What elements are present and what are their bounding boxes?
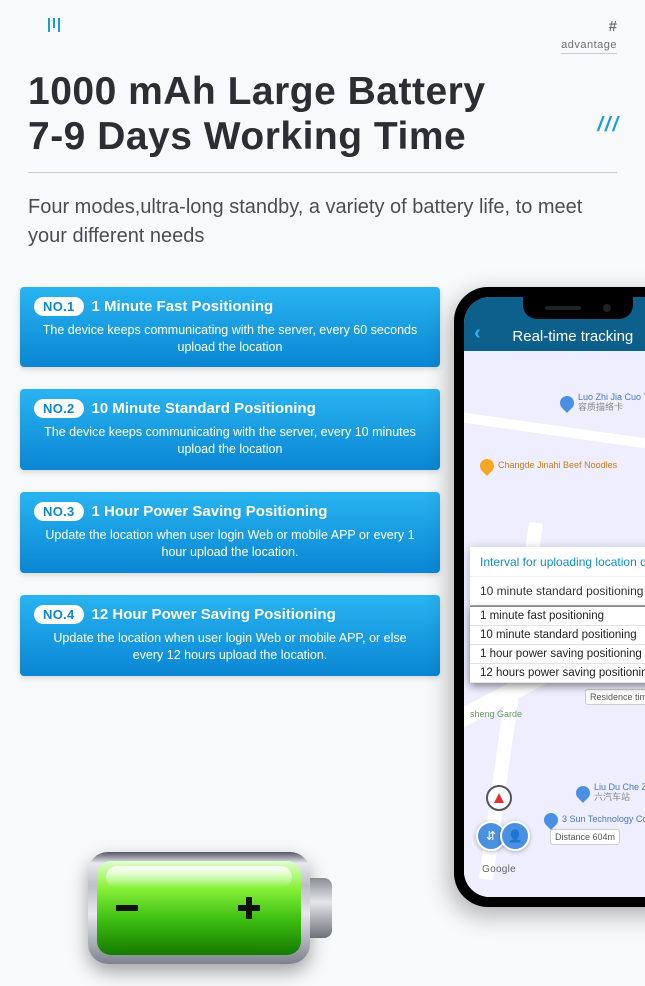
accent-marks [48,18,60,32]
marker-button[interactable]: 👤 [500,821,530,851]
app-title: Real-time tracking [491,328,645,345]
headline: 1000 mAh Large Battery 7-9 Days Working … [0,54,645,160]
mode-card-3: NO.3 1 Hour Power Saving Positioning Upd… [20,492,440,573]
battery-plus-icon [238,905,260,911]
mode-title: 1 Minute Fast Positioning [92,298,274,315]
mode-desc: The device keeps communicating with the … [34,322,426,356]
compass-icon[interactable] [486,785,512,811]
pin-icon [557,393,577,413]
headline-text: 1000 mAh Large Battery 7-9 Days Working … [28,70,617,160]
mode-badge: NO.4 [34,605,84,624]
pin-icon [541,810,561,830]
mode-desc: Update the location when user login Web … [34,630,426,664]
phone-mockup: ‹ Real-time tracking Luo Zhi Jia Cuo Ta … [454,287,645,907]
residence-badge: Residence time:45Da [585,689,645,705]
mode-title: 12 Hour Power Saving Positioning [92,606,336,623]
hash-symbol: # [561,18,617,35]
mode-card-1: NO.1 1 Minute Fast Positioning The devic… [20,287,440,368]
map-poi[interactable]: Changde Jinahi Beef Noodles [480,459,617,473]
popup-option[interactable]: 1 hour power saving positioning [470,645,645,664]
battery-illustration [88,852,332,964]
google-attribution: Google [482,864,516,875]
battery-minus-icon [116,905,138,911]
advantage-label: advantage [561,39,617,54]
map-poi[interactable]: sheng Garde [470,709,522,719]
mode-card-4: NO.4 12 Hour Power Saving Positioning Up… [20,595,440,676]
popup-option[interactable]: 1 minute fast positioning [470,607,645,626]
mode-desc: The device keeps communicating with the … [34,424,426,458]
map-poi[interactable]: 3 Sun Technology Co.LTD [544,813,645,827]
mode-title: 10 Minute Standard Positioning [92,400,316,417]
subheadline: Four modes,ultra-long standby, a variety… [0,173,645,251]
mode-badge: NO.3 [34,502,84,521]
map-poi[interactable]: Liu Du Che Zhan 六汽车站 [576,783,645,803]
map-area[interactable]: Luo Zhi Jia Cuo Ta 容质描络卡 Changde Jinahi … [464,351,645,897]
mode-title: 1 Hour Power Saving Positioning [92,503,328,520]
popup-selected[interactable]: 10 minute standard positioning [470,577,645,606]
mode-badge: NO.1 [34,297,84,316]
top-right-label: # advantage [561,18,617,54]
popup-option[interactable]: 10 minute standard positioning [470,626,645,645]
marker-cluster[interactable]: ⇵ 👤 [482,821,530,851]
mode-list: NO.1 1 Minute Fast Positioning The devic… [20,287,440,676]
phone-notch [523,297,633,319]
back-icon[interactable]: ‹ [474,322,481,345]
mode-badge: NO.2 [34,399,84,418]
distance-badge: Distance 604m [550,829,620,845]
pin-icon [477,456,497,476]
slash-accent: /// [597,114,620,137]
popup-title: Interval for uploading location data [470,547,645,578]
phone-screen: ‹ Real-time tracking Luo Zhi Jia Cuo Ta … [464,297,645,897]
mode-desc: Update the location when user login Web … [34,527,426,561]
popup-option-list: 1 minute fast positioning 10 minute stan… [470,606,645,683]
popup-option[interactable]: 12 hours power saving positioning [470,664,645,683]
mode-card-2: NO.2 10 Minute Standard Positioning The … [20,389,440,470]
map-poi[interactable]: Luo Zhi Jia Cuo Ta 容质描络卡 [560,393,645,413]
pin-icon [573,783,593,803]
top-bar: # advantage [0,0,645,54]
interval-popup: Interval for uploading location data 10 … [470,547,645,684]
